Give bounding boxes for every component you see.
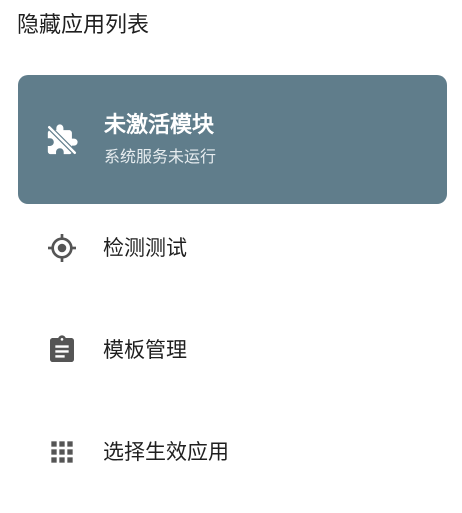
clipboard-icon: [46, 334, 78, 366]
module-status-card[interactable]: 未激活模块 系统服务未运行: [18, 75, 447, 204]
menu-item-select-effective-apps[interactable]: 选择生效应用: [0, 407, 462, 497]
extension-off-icon: [45, 123, 79, 157]
status-subtitle: 系统服务未运行: [104, 147, 217, 166]
menu-item-label: 选择生效应用: [103, 440, 229, 464]
menu-item-template-management[interactable]: 模板管理: [0, 305, 462, 395]
target-icon: [46, 232, 78, 264]
apps-grid-icon: [46, 436, 78, 468]
menu-item-label: 检测测试: [103, 236, 187, 260]
page-title: 隐藏应用列表: [17, 13, 150, 38]
menu-item-detection-test[interactable]: 检测测试: [0, 203, 462, 293]
menu-item-label: 模板管理: [103, 338, 187, 362]
status-title: 未激活模块: [104, 113, 215, 138]
